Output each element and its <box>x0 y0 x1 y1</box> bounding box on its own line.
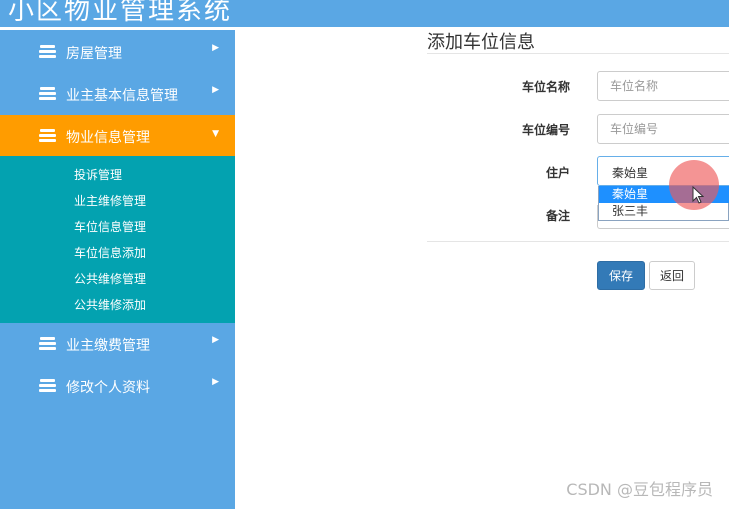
submenu-item-parking-add[interactable]: 车位信息添加 <box>74 244 146 261</box>
chevron-down-icon: ▼ <box>212 129 219 139</box>
sidebar-item-label: 房屋管理 <box>66 46 122 62</box>
remarks-label: 备注 <box>546 209 571 223</box>
sidebar-item-label: 业主缴费管理 <box>66 338 150 354</box>
resident-option[interactable]: 张三丰 <box>599 203 729 220</box>
stack-icon <box>39 379 56 392</box>
sidebar-item-profile[interactable]: 修改个人资料 ▶ <box>0 365 235 406</box>
submenu-item-complaints[interactable]: 投诉管理 <box>74 166 122 183</box>
chevron-right-icon: ▶ <box>212 43 219 53</box>
submenu-item-public-repair-manage[interactable]: 公共维修管理 <box>74 270 146 287</box>
top-bar: 小区物业管理系统 <box>0 0 729 27</box>
parking-code-label: 车位编号 <box>522 123 571 137</box>
stack-icon <box>39 129 56 142</box>
sidebar-item-label: 物业信息管理 <box>66 130 150 146</box>
sidebar-item-house[interactable]: 房屋管理 ▶ <box>0 31 235 72</box>
chevron-right-icon: ▶ <box>212 85 219 95</box>
page-title: 添加车位信息 <box>427 32 535 53</box>
back-button[interactable]: 返回 <box>649 261 695 290</box>
sidebar: 房屋管理 ▶ 业主基本信息管理 ▶ 物业信息管理 ▼ 投诉管理 业主维修管理 车… <box>0 30 235 509</box>
submenu-item-public-repair-add[interactable]: 公共维修添加 <box>74 296 146 313</box>
submenu-item-parking-manage[interactable]: 车位信息管理 <box>74 218 146 235</box>
submenu-item-owner-repair[interactable]: 业主维修管理 <box>74 192 146 209</box>
divider <box>427 241 729 242</box>
sidebar-item-owner-fees[interactable]: 业主缴费管理 ▶ <box>0 323 235 364</box>
stack-icon <box>39 337 56 350</box>
save-button[interactable]: 保存 <box>597 261 645 290</box>
watermark: CSDN @豆包程序员 <box>566 480 713 499</box>
submenu: 投诉管理 业主维修管理 车位信息管理 车位信息添加 公共维修管理 公共维修添加 <box>0 156 235 323</box>
parking-name-label: 车位名称 <box>522 80 571 94</box>
resident-label: 住户 <box>546 166 571 180</box>
sidebar-item-label: 修改个人资料 <box>66 380 150 396</box>
stack-icon <box>39 45 56 58</box>
mouse-cursor-icon <box>692 186 704 204</box>
resident-selected-value: 秦始皇 <box>612 166 649 180</box>
chevron-right-icon: ▶ <box>212 377 219 387</box>
sidebar-item-label: 业主基本信息管理 <box>66 88 178 104</box>
stack-icon <box>39 87 56 100</box>
parking-name-input[interactable] <box>597 71 729 101</box>
divider <box>427 53 729 54</box>
app-title: 小区物业管理系统 <box>8 0 233 26</box>
sidebar-item-property-info[interactable]: 物业信息管理 ▼ <box>0 115 235 156</box>
sidebar-item-owner-info[interactable]: 业主基本信息管理 ▶ <box>0 73 235 114</box>
chevron-right-icon: ▶ <box>212 335 219 345</box>
parking-code-input[interactable] <box>597 114 729 144</box>
